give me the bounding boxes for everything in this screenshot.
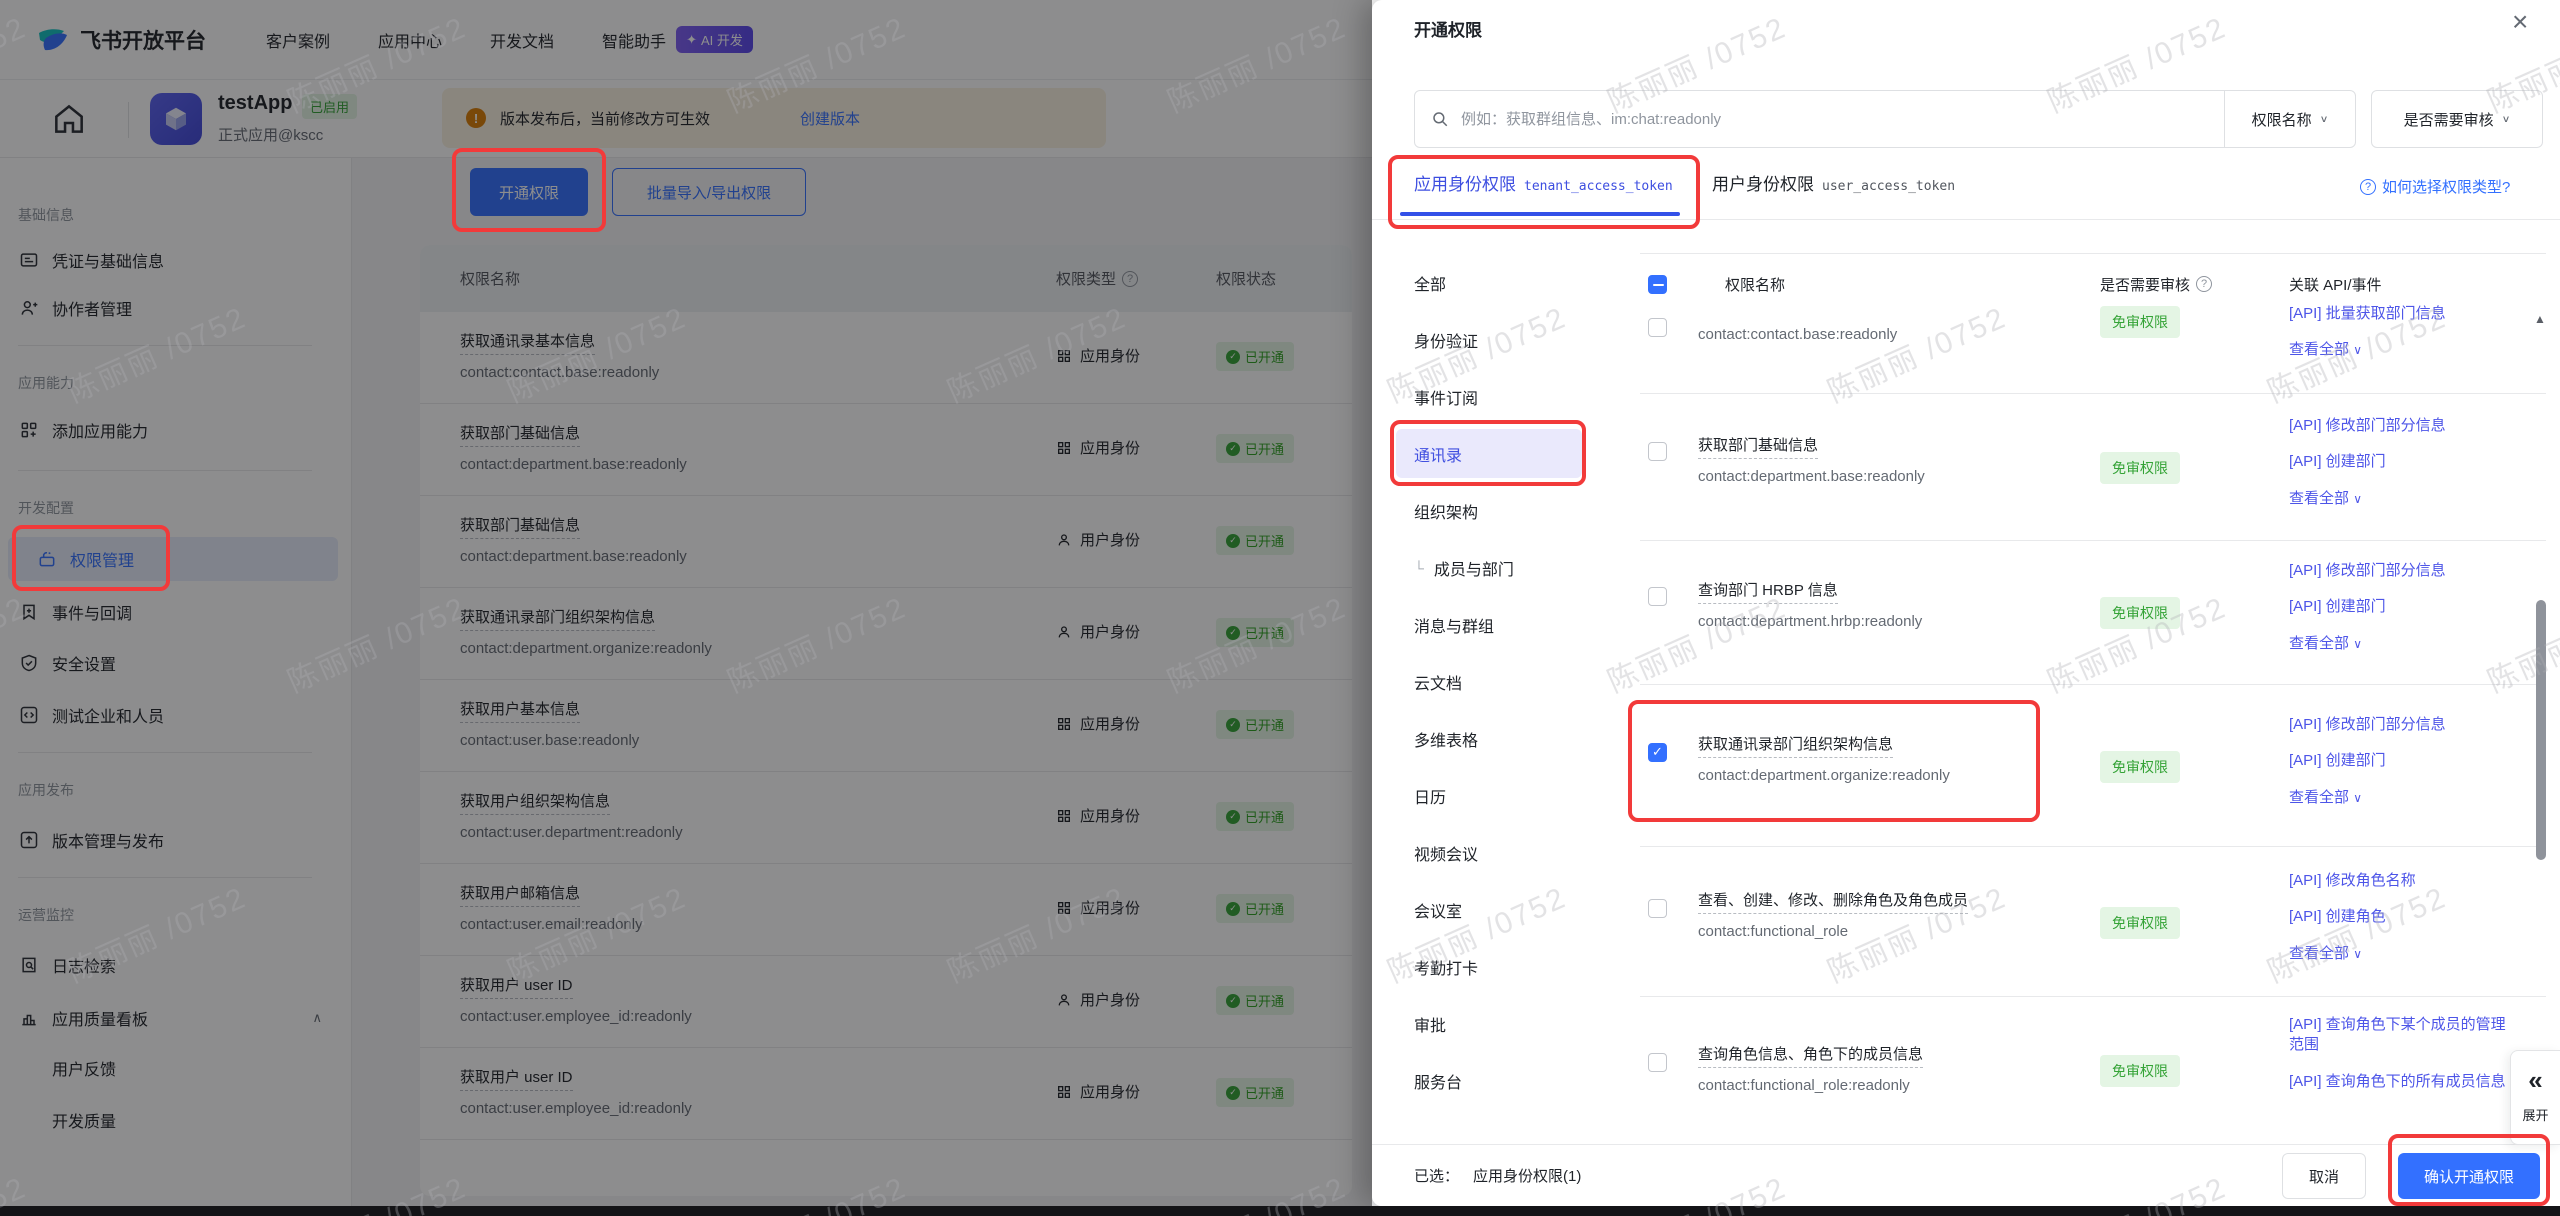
related-api-links: [API] 批量获取部门信息 查看全部 ∨ xyxy=(2289,304,2517,361)
permission-name-block: 获取部门基础信息 contact:department.base:readonl… xyxy=(1698,434,1925,485)
view-all-link[interactable]: 查看全部 ∨ xyxy=(2289,489,2517,509)
category-auth[interactable]: 身份验证 xyxy=(1396,311,1582,368)
filter-field-select[interactable]: 权限名称 ∨ xyxy=(2225,109,2355,130)
related-api-links: [API] 修改部门部分信息 [API] 创建部门 查看全部 ∨ xyxy=(2289,561,2517,654)
modal-dim-overlay xyxy=(0,0,1372,1216)
permission-name-block: 查看、创建、修改、删除角色及角色成员 contact:functional_ro… xyxy=(1698,889,1969,940)
view-all-link[interactable]: 查看全部 ∨ xyxy=(2289,788,2517,808)
category-messages-groups[interactable]: 消息与群组 xyxy=(1396,596,1582,653)
related-api-links: [API] 修改部门部分信息 [API] 创建部门 查看全部 ∨ xyxy=(2289,715,2517,808)
bottom-edge-strip xyxy=(0,1206,2560,1216)
help-circle-icon: ? xyxy=(2360,178,2376,195)
related-api-links: [API] 查询角色下某个成员的管理范围 [API] 查询角色下的所有成员信息 xyxy=(2289,1015,2517,1092)
no-review-badge: 免审权限 xyxy=(2100,907,2180,939)
category-list: 全部 身份验证 事件订阅 通讯录 组织架构 └ 成员与部门 消息与群组 云文档 … xyxy=(1396,254,1582,1109)
permission-name-block: 获取通讯录部门组织架构信息 contact:department.organiz… xyxy=(1698,733,1950,784)
api-link[interactable]: [API] 修改角色名称 xyxy=(2289,871,2517,891)
permission-type-help-link[interactable]: ? 如何选择权限类型? xyxy=(2360,176,2510,197)
permission-row-selected: 获取通讯录部门组织架构信息 contact:department.organiz… xyxy=(1640,685,2546,847)
category-approval[interactable]: 审批 xyxy=(1396,995,1582,1052)
api-link[interactable]: [API] 修改部门部分信息 xyxy=(2289,561,2517,581)
permission-search-group: 权限名称∨ xyxy=(1414,90,2356,148)
no-review-badge: 免审权限 xyxy=(2100,452,2180,484)
permission-row: 获取部门基础信息 contact:department.base:readonl… xyxy=(1640,394,2546,541)
selected-label: 已选： xyxy=(1414,1168,1460,1185)
selected-value: 应用身份权限(1) xyxy=(1473,1168,1582,1185)
permission-name-block: 查询部门 HRBP 信息 contact:department.hrbp:rea… xyxy=(1698,579,1922,630)
select-all-checkbox[interactable] xyxy=(1648,274,1667,294)
permission-row: 查看、创建、修改、删除角色及角色成员 contact:functional_ro… xyxy=(1640,847,2546,997)
drawer-title: 开通权限 xyxy=(1414,21,1482,40)
tab-app-identity[interactable]: 应用身份权限 tenant_access_token xyxy=(1414,170,1673,195)
no-review-badge: 免审权限 xyxy=(2100,1055,2180,1087)
no-review-badge: 免审权限 xyxy=(2100,751,2180,783)
chevron-down-icon: ∨ xyxy=(2501,113,2511,125)
permission-row: 查询部门 HRBP 信息 contact:department.hrbp:rea… xyxy=(1640,541,2546,685)
api-link[interactable]: [API] 修改部门部分信息 xyxy=(2289,416,2517,436)
category-helpdesk[interactable]: 服务台 xyxy=(1396,1052,1582,1109)
permission-name-block: 查询角色信息、角色下的成员信息 contact:functional_role:… xyxy=(1698,1043,1924,1094)
scrollbar-up-arrow[interactable]: ▲ xyxy=(2534,312,2546,326)
close-icon[interactable]: × xyxy=(2512,8,2528,36)
cancel-button[interactable]: 取消 xyxy=(2282,1153,2366,1199)
confirm-open-permissions-button[interactable]: 确认开通权限 xyxy=(2398,1153,2540,1199)
category-org-structure[interactable]: 组织架构 xyxy=(1396,482,1582,539)
category-bitable[interactable]: 多维表格 xyxy=(1396,710,1582,767)
view-all-link[interactable]: 查看全部 ∨ xyxy=(2289,944,2517,964)
permission-list: 权限名称 是否需要审核 ? 关联 API/事件 contact:contact.… xyxy=(1640,253,2546,1144)
category-video-meeting[interactable]: 视频会议 xyxy=(1396,824,1582,881)
col-related-api: 关联 API/事件 xyxy=(2289,276,2382,294)
help-circle-icon[interactable]: ? xyxy=(2196,276,2213,292)
api-link[interactable]: [API] 查询角色下某个成员的管理范围 xyxy=(2289,1015,2517,1056)
row-checkbox[interactable] xyxy=(1648,587,1667,606)
collapse-left-icon: « xyxy=(2528,1065,2543,1095)
category-members-departments[interactable]: └ 成员与部门 xyxy=(1396,539,1582,596)
related-api-links: [API] 修改角色名称 [API] 创建角色 查看全部 ∨ xyxy=(2289,871,2517,964)
feishu-open-platform-page: 飞书开放平台 客户案例 应用中心 开发文档 智能助手 ✦ AI 开发 testA… xyxy=(0,0,2560,1216)
api-link[interactable]: [API] 修改部门部分信息 xyxy=(2289,715,2517,735)
category-all[interactable]: 全部 xyxy=(1396,254,1582,311)
permission-code: contact:contact.base:readonly xyxy=(1698,326,1898,343)
row-checkbox[interactable] xyxy=(1648,318,1667,337)
api-link[interactable]: [API] 创建角色 xyxy=(2289,907,2517,927)
col-name: 权限名称 xyxy=(1725,276,1786,294)
expand-panel-toggle[interactable]: « 展开 xyxy=(2510,1050,2560,1145)
row-checkbox[interactable] xyxy=(1648,899,1667,918)
api-link[interactable]: [API] 创建部门 xyxy=(2289,751,2517,771)
category-attendance[interactable]: 考勤打卡 xyxy=(1396,938,1582,995)
row-checkbox[interactable] xyxy=(1648,442,1667,461)
category-meeting-room[interactable]: 会议室 xyxy=(1396,881,1582,938)
view-all-link[interactable]: 查看全部 ∨ xyxy=(2289,340,2517,360)
search-icon xyxy=(1431,110,1449,128)
open-permissions-drawer: 开通权限 × 权限名称∨ 是否需要审核∨ 应用身份权限 tenant_acces… xyxy=(1372,0,2560,1206)
tabs-divider xyxy=(1372,219,2560,220)
filter-review-select[interactable]: 是否需要审核 ∨ xyxy=(2371,90,2543,148)
related-api-links: [API] 修改部门部分信息 [API] 创建部门 查看全部 ∨ xyxy=(2289,416,2517,509)
api-link[interactable]: [API] 创建部门 xyxy=(2289,452,2517,472)
row-checkbox-checked[interactable] xyxy=(1648,743,1667,762)
view-all-link[interactable]: 查看全部 ∨ xyxy=(2289,634,2517,654)
scrollbar-thumb[interactable] xyxy=(2536,600,2546,860)
api-link[interactable]: [API] 创建部门 xyxy=(2289,597,2517,617)
api-link[interactable]: [API] 批量获取部门信息 xyxy=(2289,304,2517,324)
row-checkbox[interactable] xyxy=(1648,1053,1667,1072)
tree-branch-icon: └ xyxy=(1414,559,1424,576)
category-cloud-docs[interactable]: 云文档 xyxy=(1396,653,1582,710)
category-contacts[interactable]: 通讯录 xyxy=(1396,429,1582,478)
api-link[interactable]: [API] 查询角色下的所有成员信息 xyxy=(2289,1072,2517,1092)
category-event-subscription[interactable]: 事件订阅 xyxy=(1396,368,1582,425)
active-tab-underline xyxy=(1400,212,1680,216)
expand-label: 展开 xyxy=(2522,1108,2549,1123)
no-review-badge: 免审权限 xyxy=(2100,597,2180,629)
chevron-down-icon: ∨ xyxy=(2319,113,2329,125)
col-review: 是否需要审核 ? xyxy=(2100,274,2213,295)
no-review-badge: 免审权限 xyxy=(2100,306,2180,338)
tab-user-identity[interactable]: 用户身份权限 user_access_token xyxy=(1712,170,1955,195)
permission-row: contact:contact.base:readonly 免审权限 [API]… xyxy=(1640,305,2546,394)
drawer-footer: 已选： 应用身份权限(1) 取消 确认开通权限 xyxy=(1372,1144,2560,1206)
category-calendar[interactable]: 日历 xyxy=(1396,767,1582,824)
search-input[interactable] xyxy=(1461,110,2224,128)
permission-row: 查询角色信息、角色下的成员信息 contact:functional_role:… xyxy=(1640,997,2546,1144)
